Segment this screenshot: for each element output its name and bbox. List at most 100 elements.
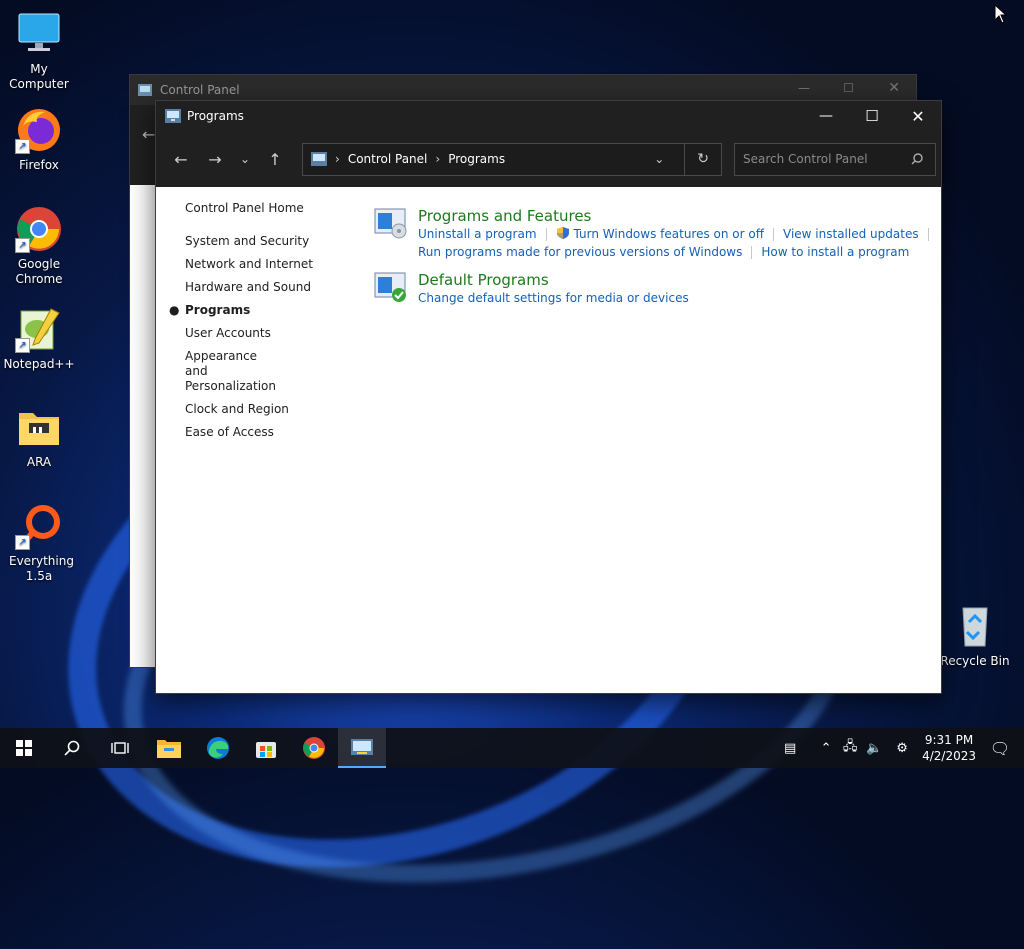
nav-network-and-internet[interactable]: Network and Internet — [185, 257, 355, 272]
edge-icon — [207, 737, 229, 759]
maximize-button[interactable]: ☐ — [849, 101, 895, 131]
window-title: Programs — [187, 109, 244, 123]
network-icon[interactable]: 🖧 — [838, 737, 862, 759]
clock-time: 9:31 PM — [924, 733, 974, 747]
search-icon[interactable] — [911, 153, 923, 165]
change-default-settings-link[interactable]: Change default settings for media or dev… — [418, 291, 689, 305]
mouse-cursor-icon — [994, 4, 1008, 24]
nav-programs-label: Programs — [185, 303, 251, 317]
minimize-icon[interactable]: — — [798, 81, 810, 95]
content-area: Control Panel Home System and Security N… — [156, 187, 941, 693]
firefox-icon: ↗ — [15, 106, 63, 154]
up-button[interactable]: ↑ — [258, 144, 292, 174]
desktop-icon-label: Recycle Bin — [940, 654, 1010, 668]
close-icon[interactable]: ✕ — [888, 80, 900, 96]
back-button[interactable]: ← — [164, 144, 198, 174]
forward-button[interactable]: → — [198, 144, 232, 174]
windows-logo-icon — [16, 740, 32, 756]
desktop-icon-everything[interactable]: ↗ Everything 1.5a — [1, 502, 77, 584]
desktop-icon-my-computer[interactable]: My Computer — [1, 10, 77, 92]
file-explorer-icon — [157, 740, 181, 758]
nav-clock-and-region[interactable]: Clock and Region — [185, 402, 355, 417]
taskbar-file-explorer[interactable] — [144, 728, 194, 768]
desktop-icon-label: My Computer — [9, 62, 69, 91]
default-programs-link[interactable]: Default Programs — [418, 271, 689, 289]
programs-and-features-link[interactable]: Programs and Features — [418, 207, 938, 225]
programs-window[interactable]: Programs — ☐ ✕ ← → ⌄ ↑ › Control Panel ›… — [155, 100, 942, 694]
nav-user-accounts[interactable]: User Accounts — [185, 326, 355, 341]
back-arrow-icon: ← — [174, 149, 188, 169]
start-button[interactable] — [0, 728, 48, 768]
clock[interactable]: 9:31 PM 4/2/2023 — [922, 732, 976, 764]
taskbar-control-panel[interactable] — [338, 728, 386, 768]
left-navigation: Control Panel Home System and Security N… — [169, 201, 355, 448]
shortcut-arrow-icon: ↗ — [15, 535, 30, 550]
control-panel-icon — [351, 739, 373, 755]
refresh-icon[interactable]: ↻ — [697, 151, 709, 167]
control-panel-icon — [311, 152, 327, 166]
window-titlebar[interactable]: Programs — ☐ ✕ — [156, 101, 941, 131]
category-default-programs: Default Programs Change default settings… — [374, 271, 689, 307]
how-to-install-link[interactable]: How to install a program — [761, 245, 909, 259]
address-bar[interactable]: › Control Panel › Programs ⌄ ↻ — [302, 142, 722, 176]
desktop-icon-notepadpp[interactable]: ↗ Notepad++ — [1, 305, 77, 372]
notification-center-icon[interactable]: 🗨 — [988, 739, 1012, 758]
store-icon — [256, 742, 276, 758]
control-panel-icon — [138, 84, 152, 96]
nav-ease-of-access[interactable]: Ease of Access — [185, 425, 355, 440]
everything-search-icon: ↗ — [15, 502, 63, 550]
taskbar-store[interactable] — [242, 728, 290, 768]
shortcut-arrow-icon: ↗ — [15, 338, 30, 353]
default-programs-icon — [374, 272, 406, 302]
system-tray: ▤ ⌃ 🖧 🔈 ⚙ 9:31 PM 4/2/2023 🗨 — [778, 728, 1024, 768]
recent-locations-button[interactable]: ⌄ — [232, 144, 258, 174]
turn-windows-features-link[interactable]: Turn Windows features on or off — [574, 227, 765, 241]
news-widget-icon[interactable]: ▤ — [778, 741, 802, 756]
view-installed-updates-link[interactable]: View installed updates — [783, 227, 919, 241]
taskbar-chrome[interactable] — [290, 728, 338, 768]
control-panel-icon — [165, 109, 181, 123]
forward-arrow-icon: → — [208, 149, 222, 169]
taskbar-edge[interactable] — [194, 728, 242, 768]
desktop-icon-chrome[interactable]: ↗ Google Chrome — [1, 205, 77, 287]
divider — [684, 143, 686, 175]
search-button[interactable] — [48, 728, 96, 768]
maximize-icon[interactable]: ☐ — [843, 81, 854, 95]
nav-control-panel-home[interactable]: Control Panel Home — [185, 201, 355, 216]
desktop-icon-label: Firefox — [19, 158, 59, 172]
run-older-programs-link[interactable]: Run programs made for previous versions … — [418, 245, 742, 259]
breadcrumb-control-panel[interactable]: Control Panel — [348, 152, 428, 166]
desktop-icon-label: Notepad++ — [3, 357, 75, 371]
nav-appearance-and-personalization[interactable]: Appearance and Personalization — [185, 349, 280, 394]
address-dropdown-icon[interactable]: ⌄ — [654, 152, 664, 166]
nav-hardware-and-sound[interactable]: Hardware and Sound — [185, 280, 355, 295]
show-hidden-icons-chevron-icon[interactable]: ⌃ — [814, 741, 838, 756]
chevron-down-icon: ⌄ — [239, 152, 251, 166]
divider — [773, 228, 775, 241]
desktop-icon-ara[interactable]: ARA — [1, 403, 77, 470]
desktop-icon-recycle-bin[interactable]: Recycle Bin — [937, 602, 1013, 669]
minimize-icon: — — [819, 108, 833, 124]
active-bullet-icon: ● — [169, 303, 180, 317]
recycle-bin-icon — [951, 602, 999, 650]
chrome-icon: ↗ — [15, 205, 63, 253]
search-input[interactable]: Search Control Panel — [743, 152, 868, 166]
task-view-button[interactable] — [96, 728, 144, 768]
breadcrumb-separator-icon: › — [335, 152, 340, 166]
nav-programs[interactable]: ● Programs — [169, 303, 355, 318]
search-box[interactable]: Search Control Panel — [734, 142, 936, 176]
settings-gear-icon[interactable]: ⚙ — [890, 741, 914, 756]
nav-system-and-security[interactable]: System and Security — [185, 234, 355, 249]
volume-icon[interactable]: 🔈 — [862, 741, 886, 756]
up-arrow-icon: ↑ — [268, 149, 282, 169]
back-arrow-icon[interactable]: ← — [142, 125, 155, 144]
desktop-icon-firefox[interactable]: ↗ Firefox — [1, 106, 77, 173]
close-button[interactable]: ✕ — [895, 101, 941, 131]
category-programs-and-features: Programs and Features Uninstall a progra… — [374, 207, 938, 261]
uac-shield-icon — [556, 227, 569, 239]
search-icon — [64, 740, 80, 756]
uninstall-program-link[interactable]: Uninstall a program — [418, 227, 537, 241]
desktop-icon-label: Everything 1.5a — [9, 554, 74, 583]
breadcrumb-programs[interactable]: Programs — [448, 152, 505, 166]
minimize-button[interactable]: — — [803, 101, 849, 131]
